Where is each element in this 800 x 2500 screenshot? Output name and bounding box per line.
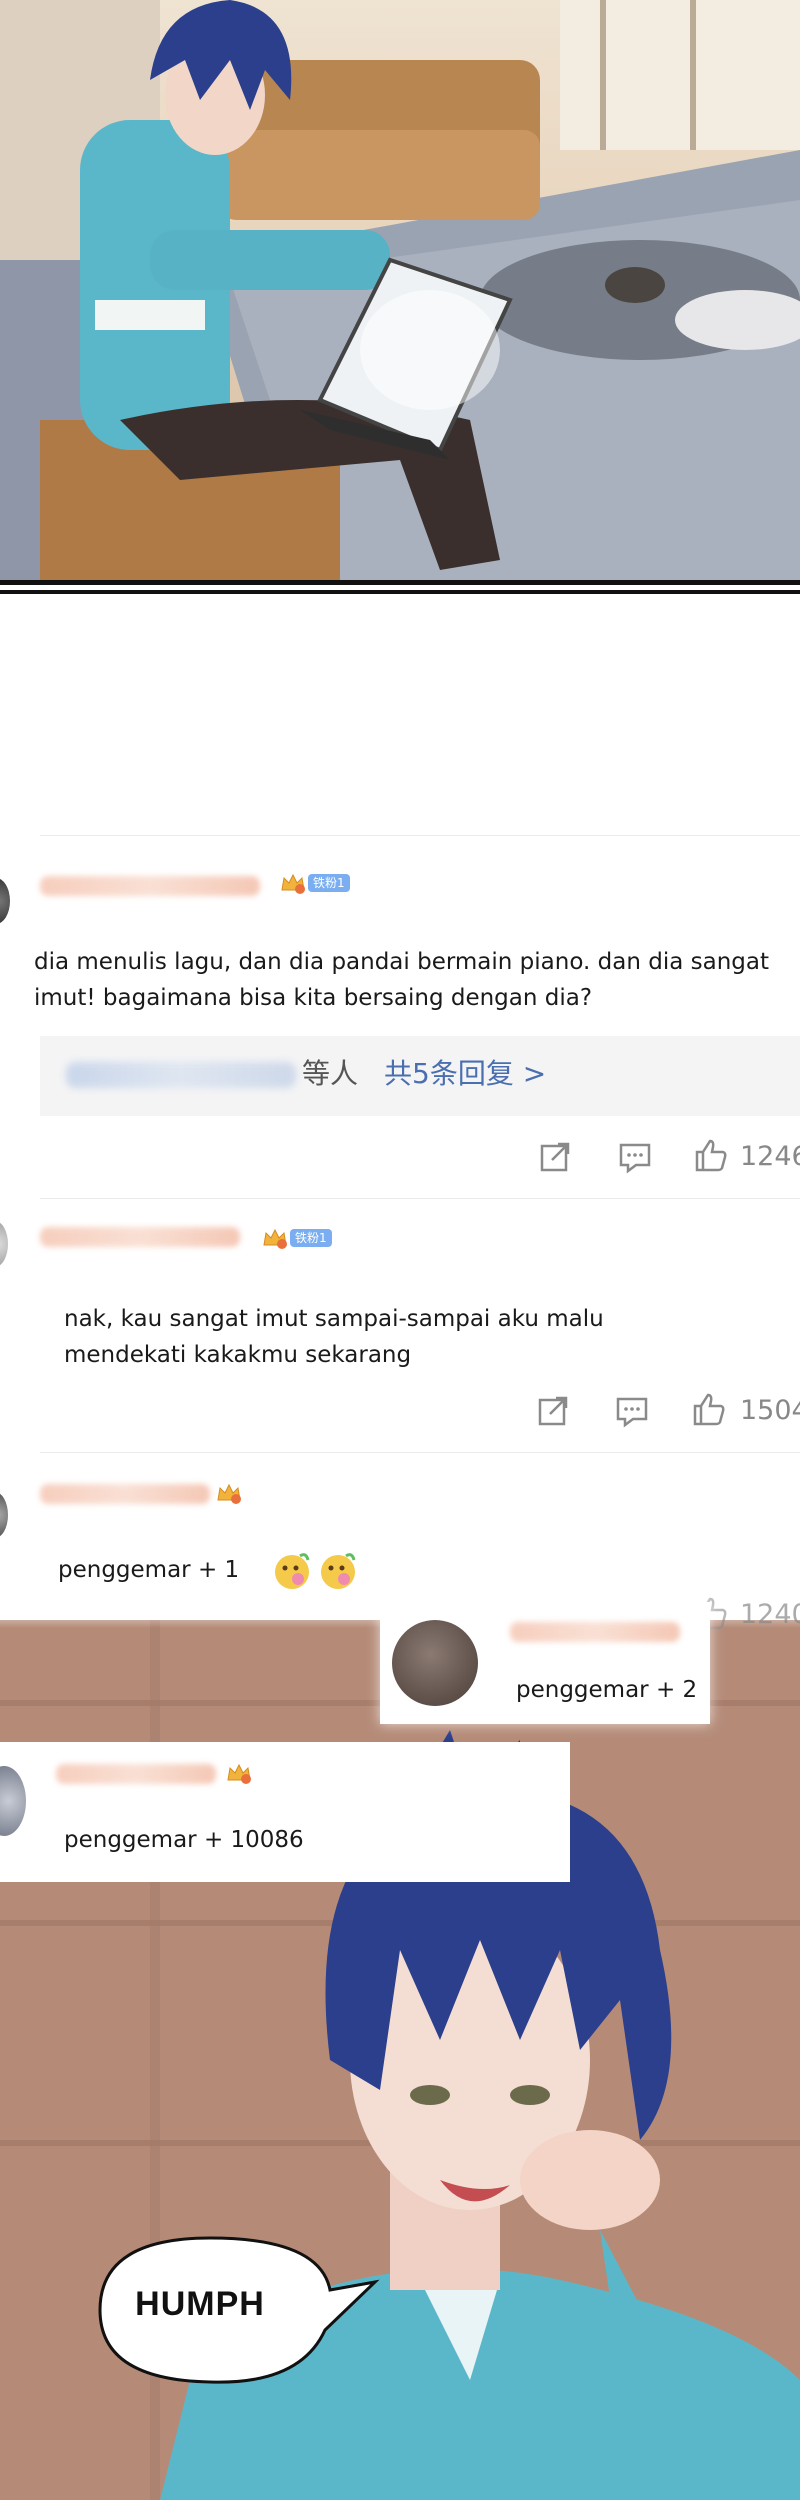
reply-users-blurred	[66, 1062, 296, 1088]
username-blurred[interactable]	[40, 1484, 210, 1504]
like-count: 1504	[740, 1395, 800, 1426]
reply-prefix: 等人	[302, 1057, 359, 1090]
username-blurred[interactable]	[510, 1622, 680, 1642]
username-blurred[interactable]	[56, 1764, 216, 1784]
share-icon[interactable]	[538, 1140, 572, 1174]
view-replies-link[interactable]: 共5条回复 >	[384, 1056, 546, 1092]
share-icon[interactable]	[536, 1394, 570, 1428]
username-blurred[interactable]	[40, 876, 260, 896]
username-blurred[interactable]	[40, 1227, 240, 1247]
crown-badge-icon	[217, 1483, 241, 1504]
comment-divider	[40, 835, 800, 836]
comment-card: penggemar + 2	[380, 1602, 710, 1724]
avatar[interactable]	[0, 1221, 8, 1267]
avatar[interactable]	[392, 1620, 478, 1706]
comic-panel-top	[0, 0, 800, 580]
avatar[interactable]	[0, 1492, 8, 1538]
speech-bubble-text: HUMPH	[135, 2285, 265, 2323]
crown-badge-icon	[263, 1228, 287, 1249]
fan-badge: 铁粉1	[262, 1227, 332, 1249]
comment-icon[interactable]	[615, 1394, 649, 1428]
comment-line: dia menulis lagu, dan dia pandai bermain…	[34, 949, 769, 975]
comment-card: penggemar + 10086	[0, 1742, 570, 1882]
panel-border	[0, 580, 800, 594]
avatar[interactable]	[0, 1766, 26, 1836]
comment-divider	[40, 1198, 800, 1199]
comment-item: penggemar + 1	[0, 1460, 800, 1600]
comment-icon[interactable]	[618, 1140, 652, 1174]
reply-summary[interactable]: 等人 共5条回复 >	[40, 1036, 800, 1116]
comment-text: nak, kau sangat imut sampai-sampai aku m…	[64, 1301, 604, 1373]
fan-badge: 铁粉1	[280, 872, 350, 894]
like-icon[interactable]	[692, 1392, 726, 1426]
like-count: 1240	[740, 1599, 800, 1630]
like-count: 1246	[740, 1141, 800, 1172]
comment-text: dia menulis lagu, dan dia pandai bermain…	[34, 944, 769, 1016]
fan-badge-label: 铁粉1	[290, 1229, 332, 1247]
comment-line: imut! bagaimana bisa kita bersaing denga…	[34, 985, 593, 1011]
comment-text: penggemar + 1	[58, 1557, 240, 1583]
avatar[interactable]	[0, 878, 10, 924]
crown-badge-icon	[281, 873, 305, 894]
comment-line: mendekati kakakmu sekarang	[64, 1342, 412, 1368]
like-icon[interactable]	[694, 1138, 728, 1172]
comment-line: nak, kau sangat imut sampai-sampai aku m…	[64, 1306, 604, 1332]
crown-badge-icon	[227, 1763, 251, 1784]
man-with-laptop-illustration	[0, 0, 800, 580]
comment-item: 铁粉1 dia menulis lagu, dan dia pandai ber…	[0, 846, 800, 1196]
comment-item: 铁粉1 nak, kau sangat imut sampai-sampai a…	[0, 1205, 800, 1445]
fan-badge-label: 铁粉1	[308, 874, 350, 892]
emoji-flower-icon	[275, 1553, 356, 1589]
comment-text: penggemar + 2	[516, 1677, 698, 1703]
comment-text: penggemar + 10086	[64, 1827, 304, 1853]
comment-divider	[40, 1452, 800, 1453]
